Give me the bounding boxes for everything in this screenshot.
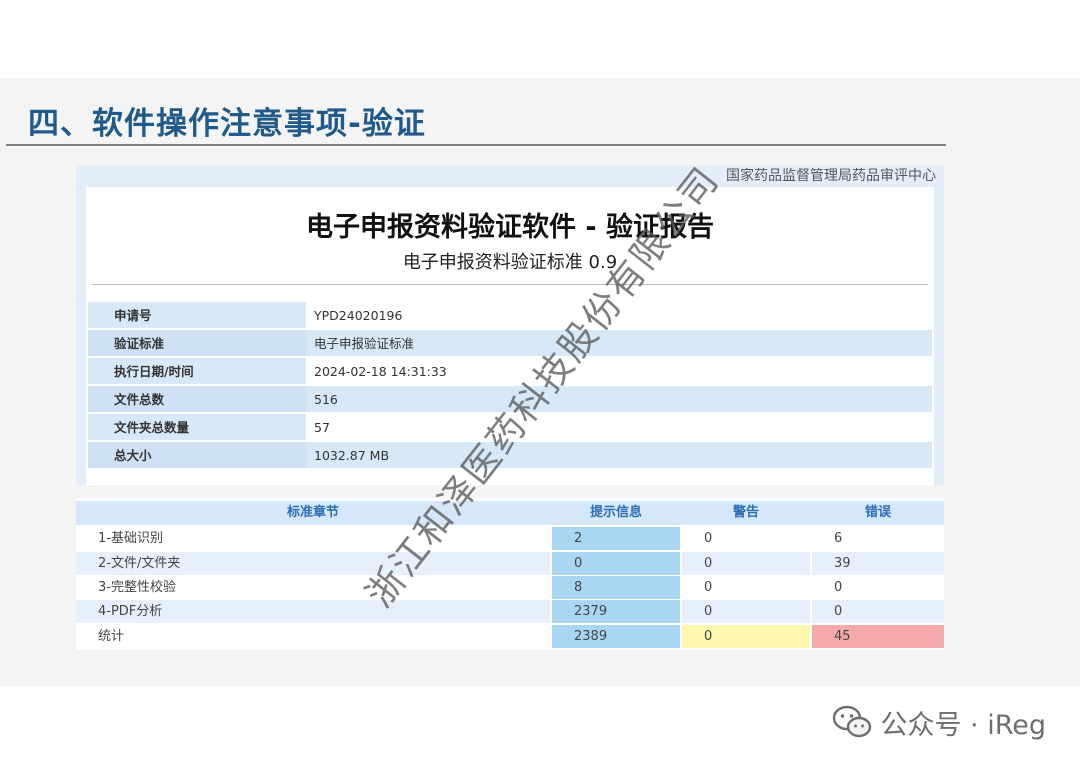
totals-row: 统计 2389 0 45 bbox=[76, 625, 944, 649]
info-cell: 8 bbox=[552, 576, 680, 599]
header-section: 标准章节 bbox=[286, 505, 339, 520]
info-row-folder-count: 文件夹总数量 57 bbox=[88, 414, 932, 442]
info-label: 文件夹总数量 bbox=[88, 414, 306, 440]
error-cell: 0 bbox=[834, 580, 843, 595]
table-row: 1-基础识别 2 0 6 bbox=[76, 527, 944, 551]
report-top-bar: 国家药品监督管理局药品审评中心 bbox=[76, 165, 944, 187]
section-cell: 统计 bbox=[98, 629, 125, 644]
warning-cell: 0 bbox=[682, 600, 810, 623]
info-value: YPD24020196 bbox=[314, 308, 403, 323]
header-info: 提示信息 bbox=[589, 505, 642, 520]
info-label: 文件总数 bbox=[88, 386, 306, 412]
validation-results-table: 标准章节 提示信息 警告 错误 1-基础识别 2 0 6 2-文件/文件夹 0 … bbox=[76, 498, 944, 650]
error-cell: 0 bbox=[812, 600, 944, 623]
results-header-row: 标准章节 提示信息 警告 错误 bbox=[76, 501, 944, 525]
section-cell: 1-基础识别 bbox=[98, 531, 163, 546]
wechat-footer: 公众号 · iReg bbox=[832, 702, 1046, 742]
info-row-total-size: 总大小 1032.87 MB bbox=[88, 442, 932, 470]
footer-account-label: 公众号 · iReg bbox=[880, 709, 1046, 741]
error-total-cell: 45 bbox=[812, 625, 944, 648]
info-row-file-count: 文件总数 516 bbox=[88, 386, 932, 414]
submission-info-table: 申请号 YPD24020196 验证标准 电子申报验证标准 执行日期/时间 20… bbox=[88, 302, 932, 470]
info-value: 1032.87 MB bbox=[306, 442, 932, 468]
table-row: 4-PDF分析 2379 0 0 bbox=[76, 600, 944, 624]
warning-cell: 0 bbox=[704, 580, 713, 595]
info-value: 57 bbox=[314, 420, 330, 435]
title-divider bbox=[6, 144, 946, 146]
info-label: 总大小 bbox=[88, 442, 306, 468]
section-cell: 3-完整性校验 bbox=[98, 580, 176, 595]
section-cell: 2-文件/文件夹 bbox=[76, 552, 550, 575]
header-error: 错误 bbox=[864, 505, 891, 520]
report-subheading: 电子申报资料验证标准 0.9 bbox=[402, 252, 618, 273]
report-divider bbox=[92, 284, 928, 285]
info-value: 2024-02-18 14:31:33 bbox=[314, 364, 447, 379]
info-value: 电子申报验证标准 bbox=[306, 330, 932, 356]
info-label: 执行日期/时间 bbox=[88, 358, 306, 384]
wechat-icon bbox=[833, 705, 872, 738]
table-row: 3-完整性校验 8 0 0 bbox=[76, 576, 944, 600]
info-label: 验证标准 bbox=[88, 330, 306, 356]
info-cell: 0 bbox=[552, 552, 680, 575]
info-label: 申请号 bbox=[88, 302, 306, 328]
error-cell: 39 bbox=[812, 552, 944, 575]
warning-cell: 0 bbox=[704, 531, 713, 546]
warning-cell: 0 bbox=[682, 552, 810, 575]
info-cell: 2 bbox=[552, 527, 680, 550]
table-row: 2-文件/文件夹 0 0 39 bbox=[76, 552, 944, 576]
info-row-application-number: 申请号 YPD24020196 bbox=[88, 302, 932, 330]
error-cell: 6 bbox=[834, 531, 843, 546]
org-name: 国家药品监督管理局药品审评中心 bbox=[726, 168, 936, 184]
info-cell: 2379 bbox=[552, 600, 680, 623]
report-heading: 电子申报资料验证软件 - 验证报告 bbox=[305, 212, 714, 243]
info-total-cell: 2389 bbox=[552, 625, 680, 648]
warning-total-cell: 0 bbox=[682, 625, 810, 648]
info-value: 516 bbox=[306, 386, 932, 412]
slide-title: 四、软件操作注意事项-验证 bbox=[28, 106, 426, 142]
info-row-standard: 验证标准 电子申报验证标准 bbox=[88, 330, 932, 358]
section-cell: 4-PDF分析 bbox=[76, 600, 550, 623]
info-row-datetime: 执行日期/时间 2024-02-18 14:31:33 bbox=[88, 358, 932, 386]
header-warning: 警告 bbox=[732, 505, 759, 520]
validation-report-panel: 国家药品监督管理局药品审评中心 电子申报资料验证软件 - 验证报告 电子申报资料… bbox=[76, 165, 944, 485]
